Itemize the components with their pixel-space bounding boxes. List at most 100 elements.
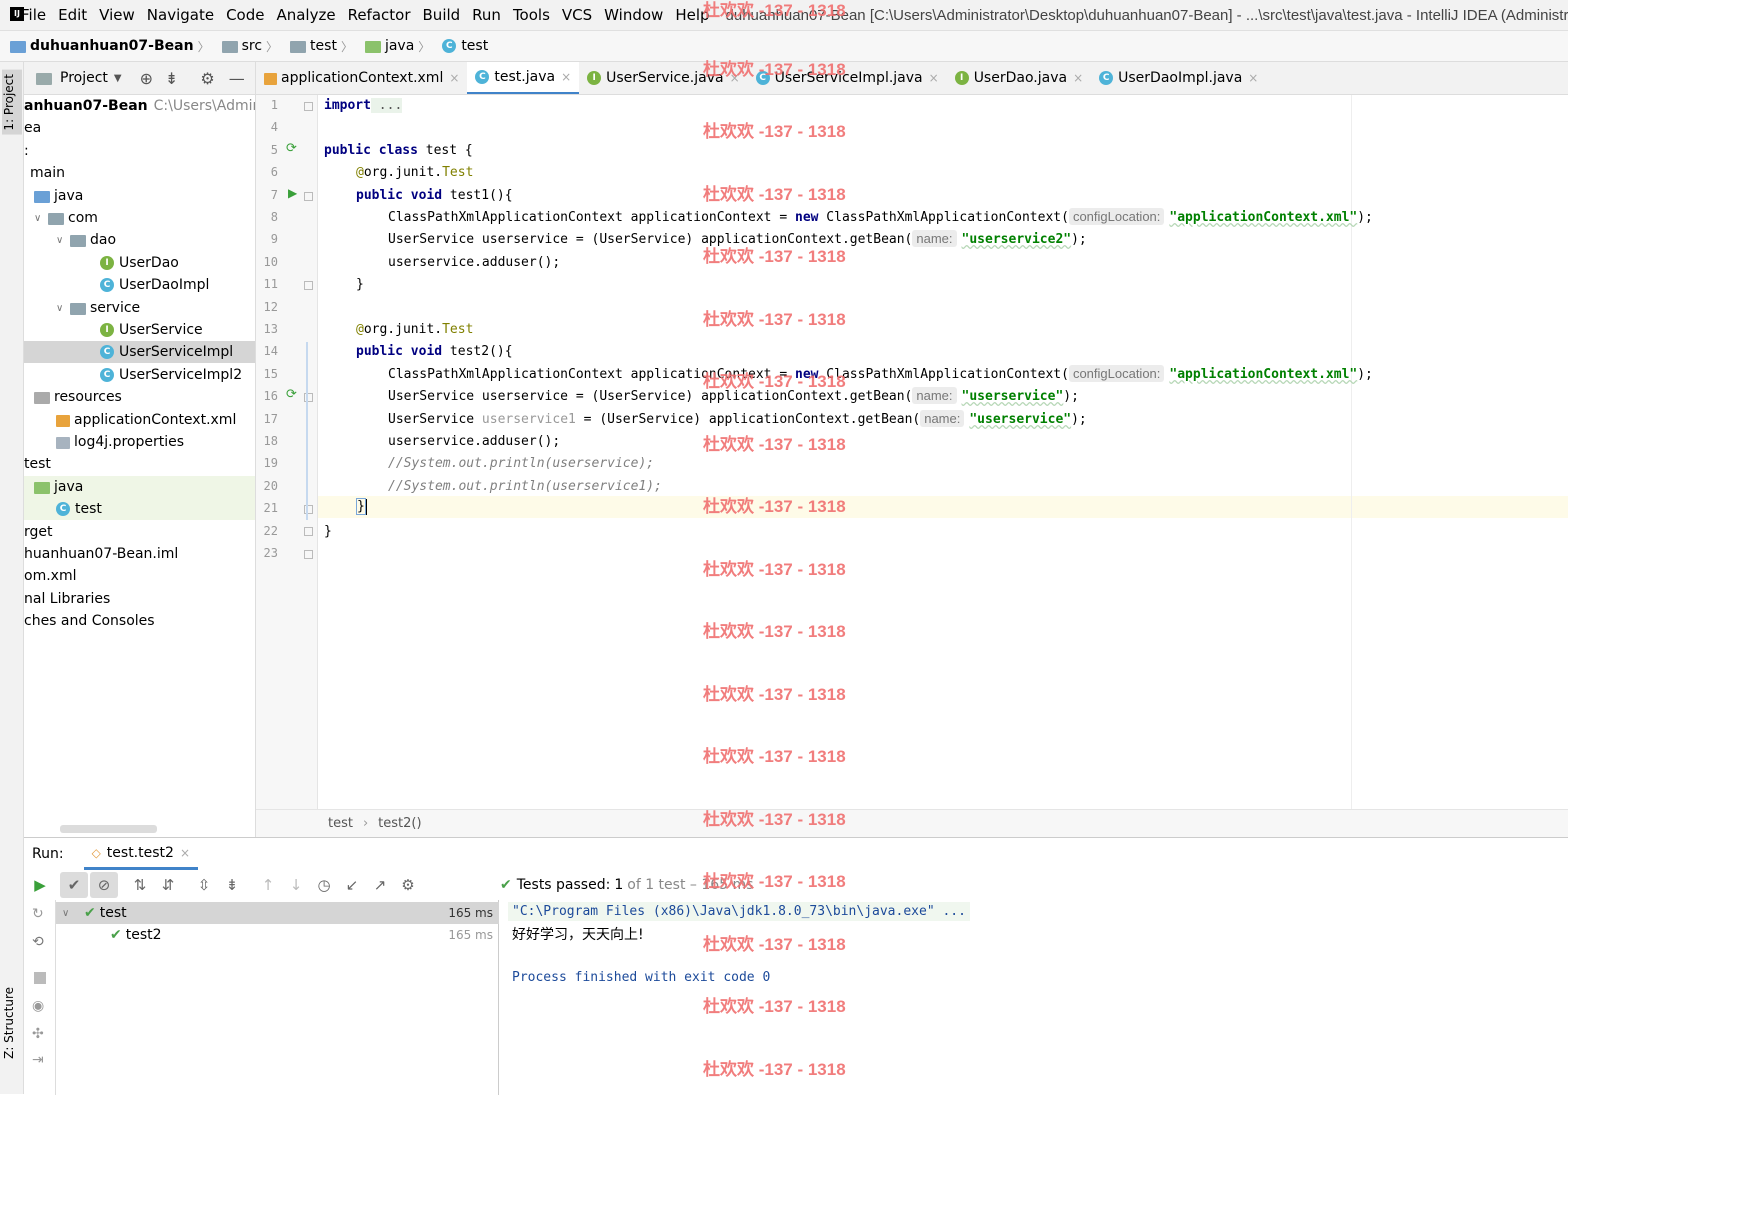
close-icon[interactable]: × — [180, 846, 190, 860]
gear-icon[interactable]: ⚙ — [200, 69, 214, 88]
rerun-failed-icon[interactable]: ⟲ — [32, 934, 44, 950]
tree-item-com[interactable]: ∨ com — [24, 207, 255, 229]
chevron-down-icon[interactable]: ∨ — [56, 303, 70, 314]
tab-userserviceimpl-java[interactable]: C UserServiceImpl.java × — [748, 62, 947, 94]
test-row-method[interactable]: ✔ test2 165 ms — [56, 924, 499, 946]
code-editor[interactable]: import ... public class test { @org.juni… — [306, 95, 1568, 809]
previous-failed-icon[interactable]: ↑ — [254, 872, 282, 898]
menu-refactor[interactable]: Refactor — [342, 6, 417, 24]
menu-run[interactable]: Run — [466, 6, 507, 24]
fold-icon[interactable] — [304, 527, 313, 536]
expand-all-icon[interactable]: ⇳ — [190, 872, 218, 898]
tree-item-userdaoimpl[interactable]: C UserDaoImpl — [24, 274, 255, 296]
test-row-class[interactable]: ∨ ✔ test 165 ms — [56, 902, 499, 924]
close-icon[interactable]: × — [561, 70, 571, 84]
tree-item-idea[interactable]: ea — [24, 117, 255, 139]
tree-item-iml[interactable]: huanhuan07-Bean.iml — [24, 543, 255, 565]
run-tab[interactable]: ◇ test.test2 × — [83, 838, 198, 870]
tab-userservice-java[interactable]: I UserService.java × — [579, 62, 748, 94]
menu-code[interactable]: Code — [220, 6, 270, 24]
breadcrumb-test[interactable]: test 〉 — [286, 38, 361, 55]
tree-item-target[interactable]: rget — [24, 521, 255, 543]
export-tests-icon[interactable]: ↗ — [366, 872, 394, 898]
exit-icon[interactable]: ⇥ — [32, 1052, 44, 1068]
menu-build[interactable]: Build — [417, 6, 467, 24]
menu-navigate[interactable]: Navigate — [141, 6, 220, 24]
chevron-down-icon[interactable]: ▼ — [114, 73, 122, 84]
menu-vcs[interactable]: VCS — [556, 6, 598, 24]
tree-item-scratches[interactable]: ches and Consoles — [24, 610, 255, 632]
tab-test-java[interactable]: Ctest.java × — [467, 62, 580, 94]
run-test-icon[interactable]: ▶ — [288, 186, 297, 200]
tree-item-log4j[interactable]: log4j.properties — [24, 431, 255, 453]
close-icon[interactable]: × — [449, 71, 459, 85]
chevron-down-icon[interactable]: ∨ — [34, 213, 48, 224]
tree-item-userservice[interactable]: I UserService — [24, 319, 255, 341]
close-icon[interactable]: × — [929, 71, 939, 85]
next-failed-icon[interactable]: ↓ — [282, 872, 310, 898]
locate-file-icon[interactable]: ⊕ — [140, 69, 153, 88]
close-icon[interactable]: × — [1248, 71, 1258, 85]
tree-item-applicationcontext[interactable]: applicationContext.xml — [24, 409, 255, 431]
tab-applicationcontext-xml[interactable]: applicationContext.xml × — [256, 62, 467, 94]
folded-imports[interactable]: ... — [370, 98, 403, 113]
structure-tool-tab[interactable]: Z: Structure — [2, 987, 16, 1059]
breadcrumb-src[interactable]: src 〉 — [218, 38, 286, 55]
tree-item-userserviceimpl[interactable]: C UserServiceImpl — [24, 341, 255, 363]
pin-icon[interactable]: ✣ — [32, 1026, 44, 1042]
tree-item-external-libraries[interactable]: nal Libraries — [24, 588, 255, 610]
breadcrumb-java[interactable]: java 〉 — [361, 38, 438, 55]
chevron-down-icon[interactable]: ∨ — [62, 908, 76, 919]
sort-alpha-icon[interactable]: ⇅ — [126, 872, 154, 898]
console-output[interactable]: "C:\Program Files (x86)\Java\jdk1.8.0_73… — [500, 900, 1568, 1095]
tree-item-test[interactable]: test — [24, 453, 255, 475]
tab-userdaoimpl-java[interactable]: C UserDaoImpl.java × — [1091, 62, 1266, 94]
tree-item-root[interactable]: anhuan07-Bean C:\Users\Administ — [24, 95, 255, 117]
tree-item-main[interactable]: main — [24, 162, 255, 184]
toggle-auto-test-icon[interactable]: ↻ — [32, 906, 44, 922]
menu-tools[interactable]: Tools — [507, 6, 556, 24]
gear-icon[interactable]: ⚙ — [394, 872, 422, 898]
menu-analyze[interactable]: Analyze — [270, 6, 341, 24]
close-icon[interactable]: × — [730, 71, 740, 85]
tree-item-userserviceimpl2[interactable]: C UserServiceImpl2 — [24, 364, 255, 386]
rerun-test-icon[interactable]: ⟳ — [286, 387, 297, 402]
menu-view[interactable]: View — [93, 6, 141, 24]
breadcrumb-class[interactable]: C test — [438, 38, 492, 54]
tree-item-pom[interactable]: om.xml — [24, 565, 255, 587]
chevron-down-icon[interactable]: ∨ — [56, 235, 70, 246]
footer-crumb-method[interactable]: test2() — [378, 816, 421, 831]
stop-icon[interactable] — [34, 972, 46, 984]
menu-edit[interactable]: Edit — [52, 6, 93, 24]
tree-item-resources[interactable]: resources — [24, 386, 255, 408]
show-passed-icon[interactable]: ✔ — [60, 872, 88, 898]
tree-item-service[interactable]: ∨ service — [24, 297, 255, 319]
project-tool-tab[interactable]: 1: Project — [2, 70, 22, 135]
fold-icon[interactable] — [304, 192, 313, 201]
import-tests-icon[interactable]: ↙ — [338, 872, 366, 898]
menu-window[interactable]: Window — [598, 6, 669, 24]
show-ignored-icon[interactable]: ⊘ — [90, 872, 118, 898]
tree-item-src[interactable]: : — [24, 140, 255, 162]
hide-panel-icon[interactable]: — — [229, 69, 245, 88]
tree-item-userdao[interactable]: I UserDao — [24, 252, 255, 274]
sort-duration-icon[interactable]: ⇵ — [154, 872, 182, 898]
camera-icon[interactable]: ◉ — [32, 998, 44, 1014]
fold-icon[interactable] — [304, 102, 313, 111]
breadcrumb-project[interactable]: duhuanhuan07-Bean 〉 — [0, 38, 218, 55]
tab-userdao-java[interactable]: I UserDao.java × — [947, 62, 1091, 94]
run-class-icon[interactable]: ⟳ — [286, 141, 297, 156]
rerun-icon[interactable]: ▶ — [26, 872, 54, 898]
tree-item-test-class[interactable]: Ctest — [24, 498, 255, 520]
footer-crumb-class[interactable]: test — [328, 816, 353, 831]
test-history-icon[interactable]: ◷ — [310, 872, 338, 898]
collapse-all-icon[interactable]: ⇟ — [165, 69, 178, 88]
tree-item-dao[interactable]: ∨ dao — [24, 229, 255, 251]
collapse-all-icon[interactable]: ⇟ — [218, 872, 246, 898]
project-view-selector[interactable]: Project — [60, 70, 108, 86]
fold-icon[interactable] — [304, 550, 313, 559]
close-icon[interactable]: × — [1073, 71, 1083, 85]
menu-help[interactable]: Help — [669, 6, 715, 24]
fold-icon[interactable] — [304, 281, 313, 290]
tree-item-java[interactable]: java — [24, 185, 255, 207]
